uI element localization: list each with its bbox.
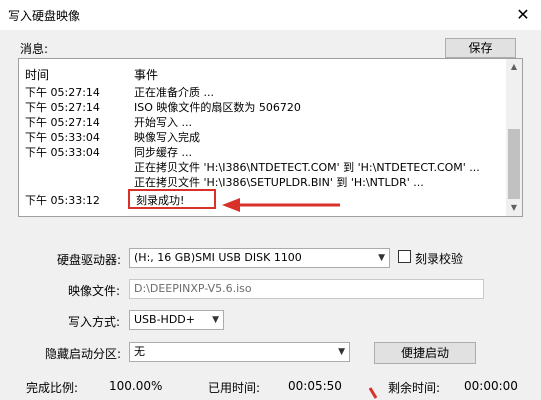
annotation-arrow-bottom-icon [368, 387, 378, 399]
